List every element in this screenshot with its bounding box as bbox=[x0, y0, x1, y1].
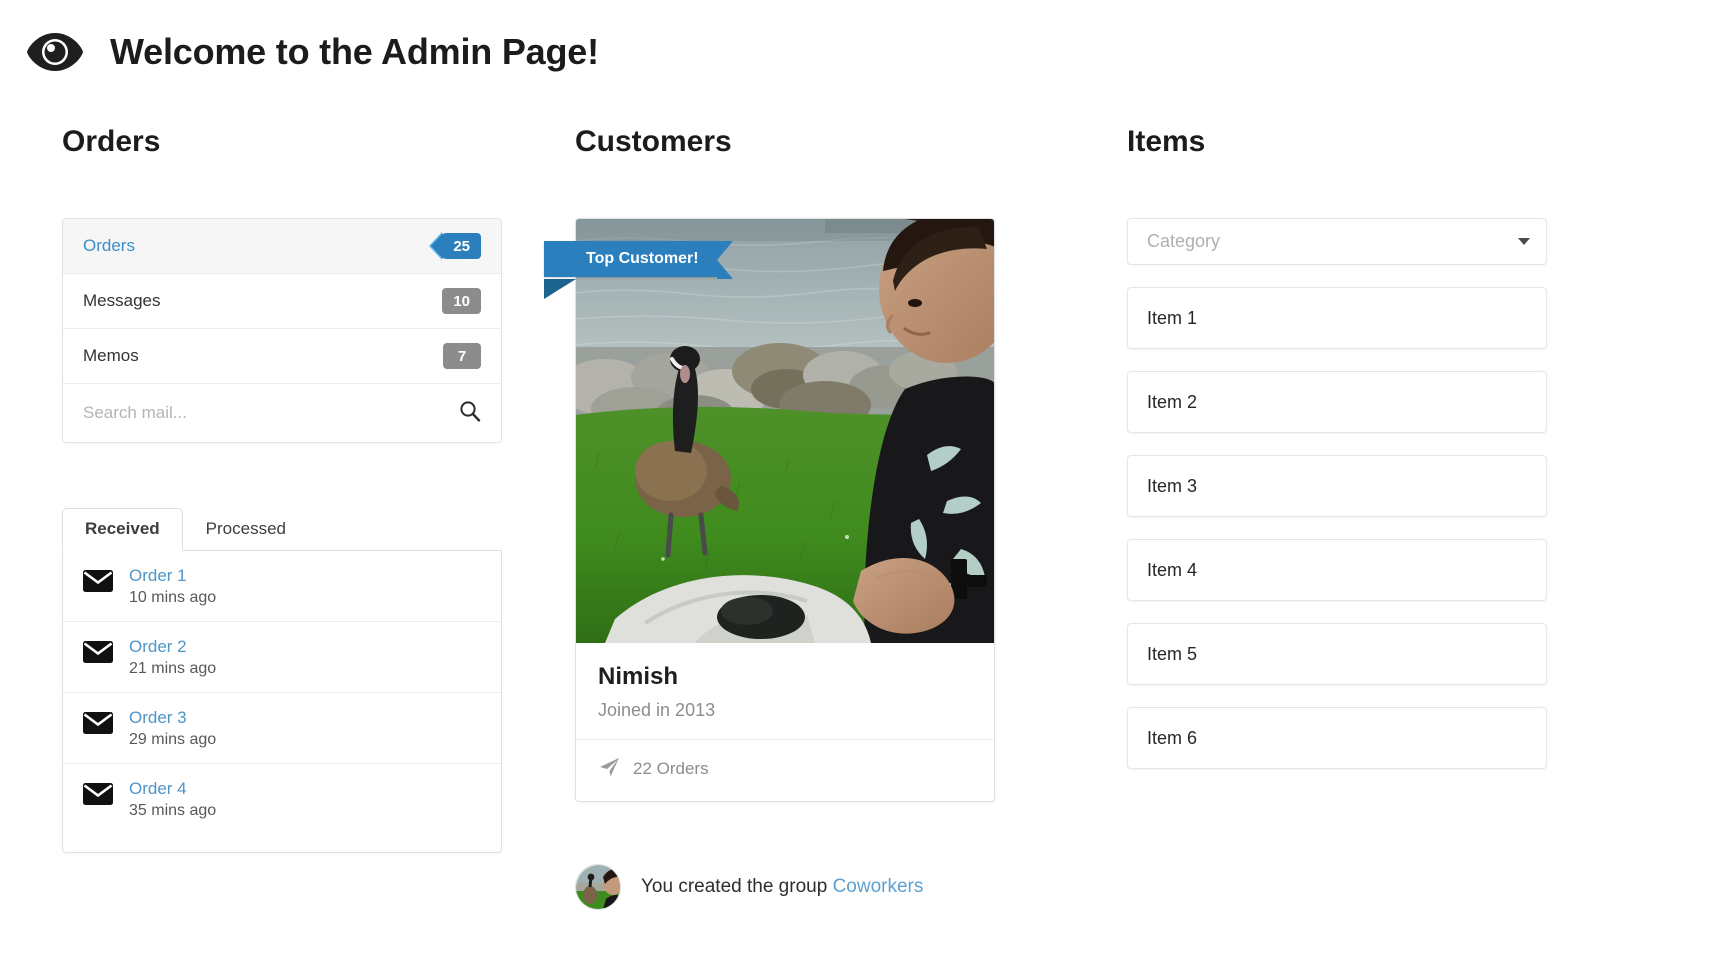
badge-arrow bbox=[431, 233, 443, 259]
message-text: Order 3 29 mins ago bbox=[129, 707, 216, 751]
orders-badge-wrap: 25 bbox=[442, 233, 481, 259]
orders-tabs: Received Processed bbox=[62, 505, 502, 551]
avatar bbox=[575, 864, 621, 910]
item-label: Item 5 bbox=[1147, 644, 1197, 665]
customer-name: Nimish bbox=[598, 663, 972, 692]
order-time: 10 mins ago bbox=[129, 588, 216, 609]
search-icon[interactable] bbox=[459, 400, 481, 427]
item-label: Item 4 bbox=[1147, 560, 1197, 581]
customer-joined: Joined in 2013 bbox=[598, 700, 972, 721]
items-heading: Items bbox=[1127, 124, 1715, 160]
tab-received[interactable]: Received bbox=[62, 508, 183, 551]
order-time: 35 mins ago bbox=[129, 801, 216, 822]
search-input[interactable] bbox=[83, 403, 459, 423]
memos-count-badge: 7 bbox=[443, 343, 481, 369]
chevron-down-icon bbox=[1518, 238, 1530, 245]
orders-column: Orders Orders 25 Messages 10 Memos 7 bbox=[0, 86, 575, 853]
mail-nav-item-memos[interactable]: Memos 7 bbox=[63, 329, 501, 384]
envelope-icon bbox=[83, 641, 113, 668]
mail-nav-item-orders[interactable]: Orders 25 bbox=[63, 219, 501, 274]
mail-nav-label: Messages bbox=[83, 291, 160, 311]
item-label: Item 1 bbox=[1147, 308, 1197, 329]
mail-nav-item-messages[interactable]: Messages 10 bbox=[63, 274, 501, 329]
order-link[interactable]: Order 1 bbox=[129, 565, 216, 586]
order-time: 21 mins ago bbox=[129, 659, 216, 680]
item-label: Item 2 bbox=[1147, 392, 1197, 413]
message-text: Order 1 10 mins ago bbox=[129, 565, 216, 609]
mail-nav-label: Memos bbox=[83, 346, 139, 366]
customers-heading: Customers bbox=[575, 124, 1093, 160]
order-link[interactable]: Order 2 bbox=[129, 636, 216, 657]
list-item[interactable]: Item 3 bbox=[1127, 455, 1547, 517]
message-text: Order 4 35 mins ago bbox=[129, 778, 216, 822]
customer-card[interactable]: Top Customer! bbox=[575, 218, 995, 802]
order-link[interactable]: Order 3 bbox=[129, 707, 216, 728]
category-select[interactable]: Category bbox=[1127, 218, 1547, 265]
message-text: Order 2 21 mins ago bbox=[129, 636, 216, 680]
item-label: Item 6 bbox=[1147, 728, 1197, 749]
list-item[interactable]: Item 5 bbox=[1127, 623, 1547, 685]
search-row[interactable] bbox=[63, 384, 501, 442]
list-item[interactable]: Order 1 10 mins ago bbox=[63, 551, 501, 622]
orders-tab-panel: Order 1 10 mins ago Order 2 21 mins ago bbox=[62, 551, 502, 853]
item-label: Item 3 bbox=[1147, 476, 1197, 497]
orders-count-badge: 25 bbox=[442, 233, 481, 259]
activity-message: You created the group bbox=[641, 876, 827, 897]
items-column: Items Category Item 1 Item 2 Item 3 Item… bbox=[1093, 86, 1715, 769]
category-select-value: Category bbox=[1147, 231, 1220, 252]
customer-orders-count: 22 Orders bbox=[633, 759, 709, 779]
top-customer-ribbon: Top Customer! bbox=[544, 241, 717, 277]
page-title: Welcome to the Admin Page! bbox=[110, 31, 599, 73]
envelope-icon bbox=[83, 712, 113, 739]
mail-nav-label: Orders bbox=[83, 236, 135, 256]
customer-photo bbox=[576, 219, 994, 643]
list-item[interactable]: Item 4 bbox=[1127, 539, 1547, 601]
ribbon-tail bbox=[544, 279, 576, 299]
list-item[interactable]: Order 3 29 mins ago bbox=[63, 693, 501, 764]
paper-plane-icon bbox=[598, 756, 620, 783]
customer-footer: 22 Orders bbox=[576, 739, 994, 801]
main-columns: Orders Orders 25 Messages 10 Memos 7 bbox=[0, 86, 1715, 910]
customer-body: Nimish Joined in 2013 bbox=[576, 643, 994, 739]
list-item[interactable]: Order 2 21 mins ago bbox=[63, 622, 501, 693]
customers-column: Customers Top Customer! bbox=[575, 86, 1093, 910]
tab-processed[interactable]: Processed bbox=[183, 508, 309, 551]
page-header: Welcome to the Admin Page! bbox=[0, 0, 1715, 86]
activity-group-link[interactable]: Coworkers bbox=[833, 876, 924, 897]
list-item[interactable]: Item 1 bbox=[1127, 287, 1547, 349]
messages-count-badge: 10 bbox=[442, 288, 481, 314]
mail-nav-card: Orders 25 Messages 10 Memos 7 bbox=[62, 218, 502, 443]
list-item[interactable]: Item 6 bbox=[1127, 707, 1547, 769]
order-time: 29 mins ago bbox=[129, 730, 216, 751]
eye-icon bbox=[26, 30, 84, 74]
envelope-icon bbox=[83, 783, 113, 810]
list-item[interactable]: Item 2 bbox=[1127, 371, 1547, 433]
orders-tabs-block: Received Processed Order 1 10 mins ago bbox=[62, 505, 502, 853]
envelope-icon bbox=[83, 570, 113, 597]
activity-text: You created the group Coworkers bbox=[641, 876, 923, 898]
orders-heading: Orders bbox=[62, 124, 575, 160]
order-link[interactable]: Order 4 bbox=[129, 778, 216, 799]
activity-line: You created the group Coworkers bbox=[575, 864, 1093, 910]
list-item[interactable]: Order 4 35 mins ago bbox=[63, 764, 501, 834]
